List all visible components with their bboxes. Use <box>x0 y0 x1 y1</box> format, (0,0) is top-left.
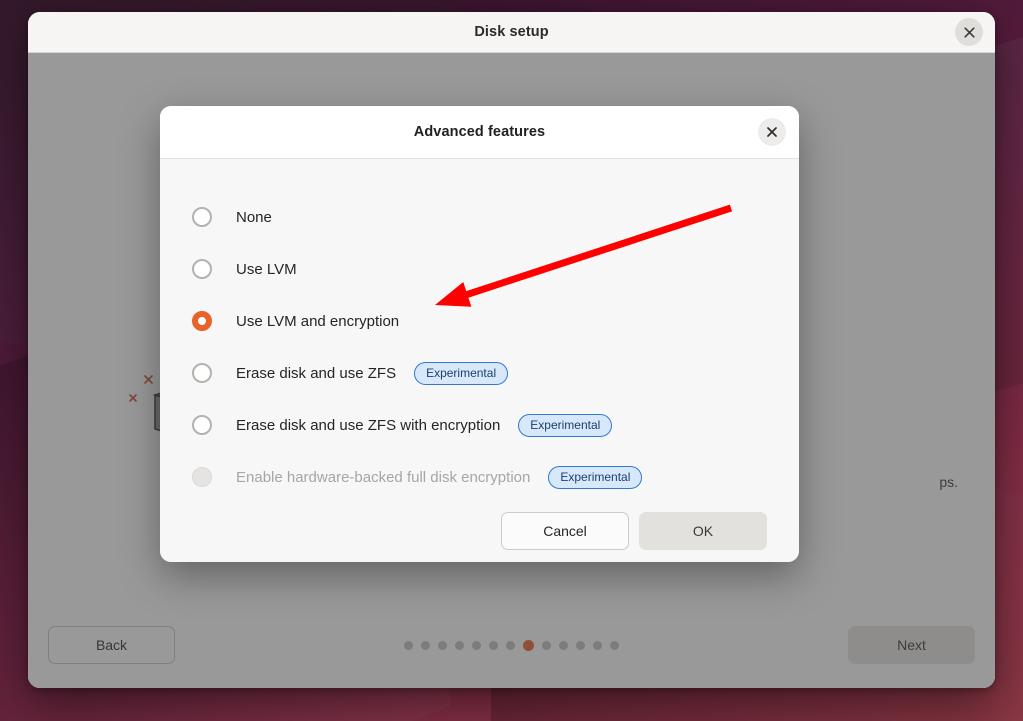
radio-option-label: None <box>236 208 272 226</box>
radio-option-label: Erase disk and use ZFS with encryption <box>236 416 501 434</box>
cancel-button[interactable]: Cancel <box>501 512 629 550</box>
radio-option-label: Use LVM <box>236 260 297 278</box>
dialog-header: Advanced features <box>160 106 799 159</box>
radio-option-5: Enable hardware-backed full disk encrypt… <box>192 451 767 503</box>
close-icon[interactable] <box>955 18 983 46</box>
radio-option-0[interactable]: None <box>192 191 767 243</box>
experimental-badge: Experimental <box>414 361 509 385</box>
dialog-footer: Cancel OK <box>160 503 799 562</box>
radio-unselected-icon[interactable] <box>192 207 212 227</box>
radio-unselected-icon <box>192 467 212 487</box>
experimental-badge: Experimental <box>548 465 643 489</box>
radio-option-4[interactable]: Erase disk and use ZFS with encryption Ex… <box>192 399 767 451</box>
radio-option-3[interactable]: Erase disk and use ZFS Experimental <box>192 347 767 399</box>
window-titlebar: Disk setup <box>28 12 995 53</box>
radio-selected-icon[interactable] <box>192 311 212 331</box>
experimental-badge: Experimental <box>518 413 613 437</box>
cancel-button-label: Cancel <box>543 523 587 539</box>
close-icon[interactable] <box>758 118 786 146</box>
dialog-title: Advanced features <box>413 124 546 140</box>
page-title: Disk setup <box>474 24 549 40</box>
ok-button-label: OK <box>692 523 714 539</box>
dialog-options-list: None Use LVM Use LVM and encryption Erase d… <box>160 159 799 503</box>
advanced-features-dialog: Advanced features None Use LVM Use LVM and… <box>160 106 799 562</box>
radio-option-label: Erase disk and use ZFS <box>236 364 397 382</box>
radio-option-1[interactable]: Use LVM <box>192 243 767 295</box>
ok-button[interactable]: OK <box>639 512 767 550</box>
radio-unselected-icon[interactable] <box>192 259 212 279</box>
radio-option-label: Use LVM and encryption <box>236 312 400 330</box>
radio-unselected-icon[interactable] <box>192 363 212 383</box>
radio-option-2[interactable]: Use LVM and encryption <box>192 295 767 347</box>
radio-unselected-icon[interactable] <box>192 415 212 435</box>
radio-option-label: Enable hardware-backed full disk encrypt… <box>236 468 531 486</box>
